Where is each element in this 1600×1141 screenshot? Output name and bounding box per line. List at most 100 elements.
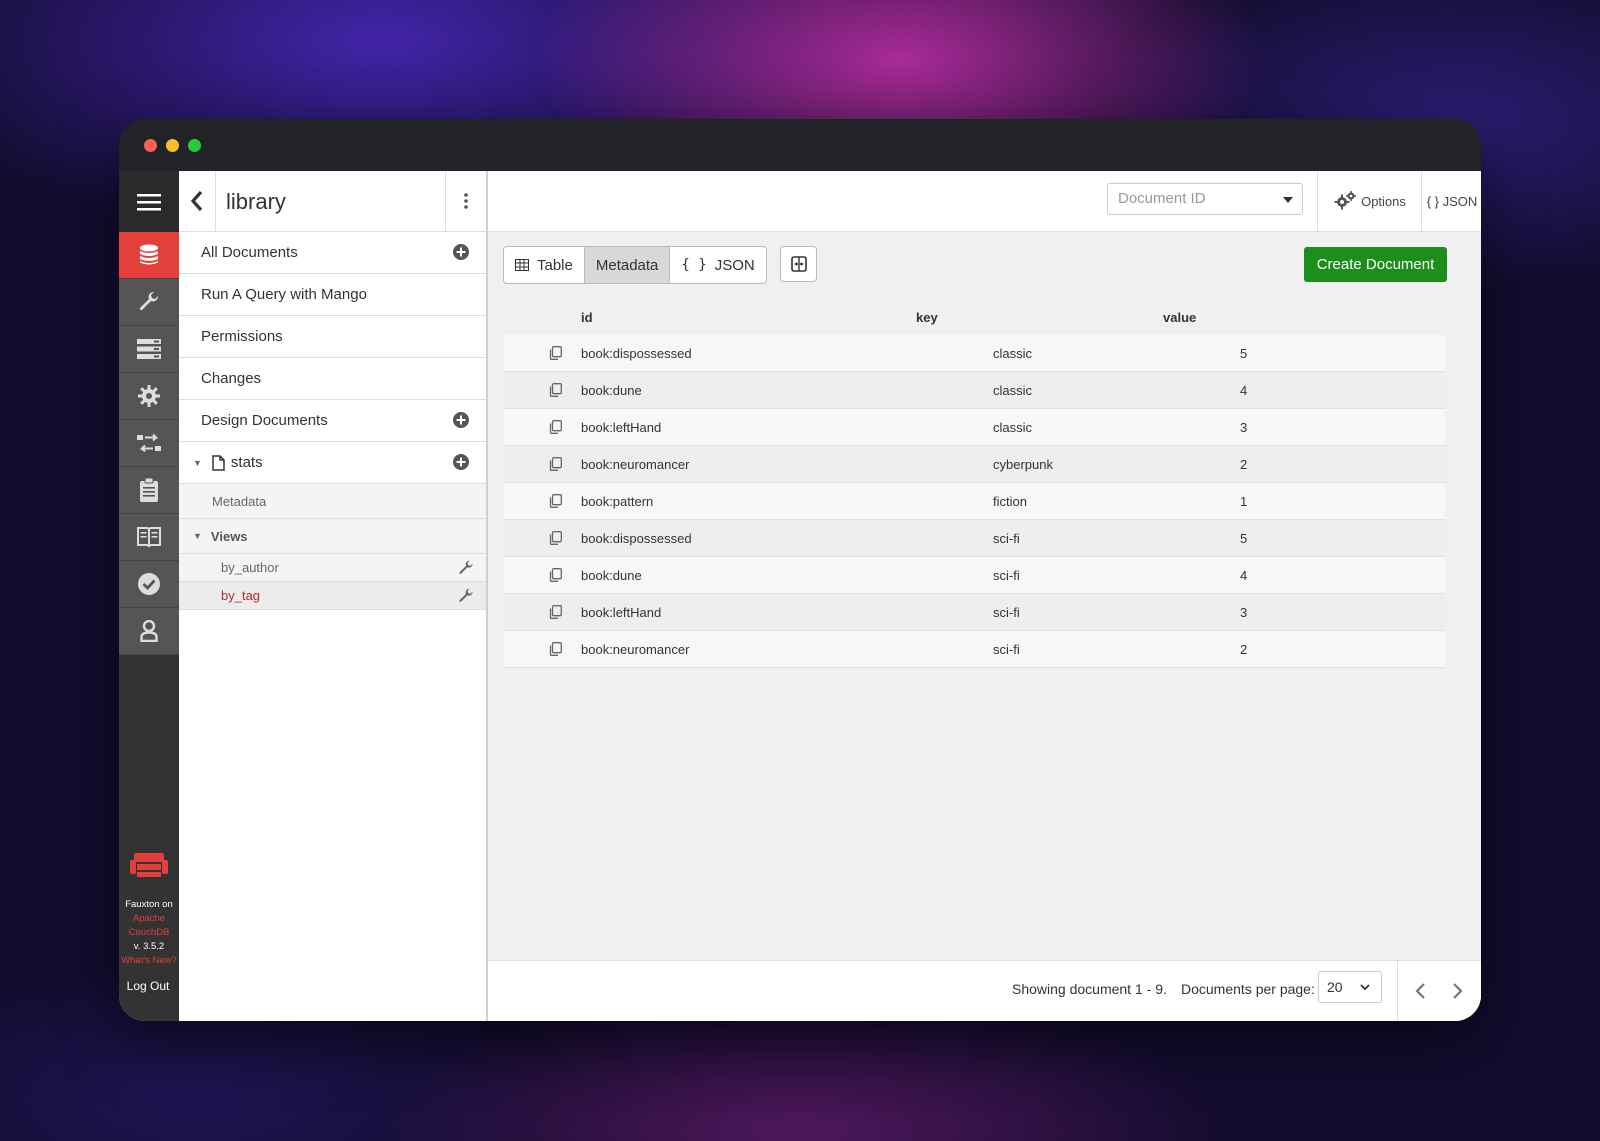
view-mode-toggle: Table Metadata { } JSON [503, 246, 767, 284]
design-doc-metadata-link[interactable]: Metadata [179, 484, 486, 519]
add-view-icon[interactable] [453, 454, 469, 474]
title-bar [119, 119, 1481, 171]
doc-id-cell[interactable]: book:neuromancer [581, 642, 993, 657]
value-cell: 2 [1240, 456, 1248, 472]
copy-cell [504, 494, 581, 508]
view-item-by-author[interactable]: by_author [179, 554, 486, 582]
wrench-icon[interactable] [458, 560, 474, 579]
nav-databases[interactable] [119, 232, 179, 279]
json-view-button[interactable]: { } JSON [670, 247, 765, 283]
doc-id-cell[interactable]: book:dispossessed [581, 346, 993, 361]
replication-icon [137, 433, 161, 453]
doc-id-cell[interactable]: book:pattern [581, 494, 993, 509]
sidebar-item-mango-query[interactable]: Run A Query with Mango [179, 274, 486, 316]
table-header: id key value [504, 299, 1445, 335]
column-header-value[interactable]: value [1163, 310, 1363, 325]
json-label: { } JSON [1426, 193, 1478, 209]
wrench-icon[interactable] [458, 588, 474, 607]
nav-setup[interactable] [119, 279, 179, 326]
doc-id-cell[interactable]: book:leftHand [581, 605, 993, 620]
table-row[interactable]: book:dispossessed sci-fi 5 [504, 520, 1445, 557]
sidebar-item-permissions[interactable]: Permissions [179, 316, 486, 358]
maximize-window-button[interactable] [188, 139, 201, 152]
table-row[interactable]: book:dune sci-fi 4 [504, 557, 1445, 594]
document-id-select[interactable]: Document ID [1107, 183, 1303, 215]
per-page-label: Documents per page: [1181, 981, 1315, 997]
options-button[interactable]: Options [1317, 171, 1422, 231]
copy-icon[interactable] [549, 642, 562, 656]
key-cell: sci-fi [993, 530, 1020, 546]
whats-new-link[interactable]: What's New? [119, 954, 179, 968]
nav-user[interactable] [119, 608, 179, 655]
per-page-select[interactable]: 20 [1318, 971, 1382, 1003]
next-page-button[interactable] [1450, 981, 1464, 1001]
apache-link[interactable]: Apache [119, 912, 179, 926]
table-row[interactable]: book:neuromancer sci-fi 2 [504, 631, 1445, 668]
doc-id-cell[interactable]: book:neuromancer [581, 457, 993, 472]
design-doc-name: stats [230, 454, 263, 471]
view-item-by-tag[interactable]: by_tag [179, 582, 486, 610]
column-toggle-button[interactable] [780, 246, 817, 282]
value-cell: 4 [1240, 382, 1248, 398]
minimize-window-button[interactable] [166, 139, 179, 152]
table-row[interactable]: book:neuromancer cyberpunk 2 [504, 446, 1445, 483]
back-button[interactable] [179, 171, 216, 231]
metadata-view-button[interactable]: Metadata [584, 247, 671, 283]
copy-cell [504, 568, 581, 582]
add-document-icon[interactable] [453, 244, 469, 264]
doc-id-cell[interactable]: book:dune [581, 568, 993, 583]
table-view-button[interactable]: Table [504, 247, 585, 283]
doc-id-cell[interactable]: book:leftHand [581, 420, 993, 435]
close-window-button[interactable] [144, 139, 157, 152]
sidebar-item-design-documents[interactable]: Design Documents [179, 400, 486, 442]
copy-cell [504, 642, 581, 656]
nav-active-tasks[interactable] [119, 326, 179, 373]
chevron-left-icon [190, 190, 203, 212]
add-design-doc-icon[interactable] [453, 412, 469, 432]
copy-icon[interactable] [549, 531, 562, 545]
nav-documentation[interactable] [119, 514, 179, 561]
copy-icon[interactable] [549, 568, 562, 582]
column-header-key[interactable]: key [916, 310, 1163, 325]
pagination-footer: Showing document 1 - 9. Documents per pa… [488, 960, 1481, 1021]
pager [1397, 961, 1481, 1021]
sidebar-item-label: Permissions [201, 328, 283, 345]
doc-id-cell[interactable]: book:dispossessed [581, 531, 993, 546]
value-cell: 1 [1240, 493, 1248, 509]
table-row[interactable]: book:dune classic 4 [504, 372, 1445, 409]
table-row[interactable]: book:dispossessed classic 5 [504, 335, 1445, 372]
hamburger-menu-button[interactable] [119, 171, 179, 232]
sidebar-item-changes[interactable]: Changes [179, 358, 486, 400]
previous-page-button[interactable] [1414, 981, 1428, 1001]
views-section-toggle[interactable]: ▼ Views [179, 519, 486, 554]
create-document-button[interactable]: Create Document [1304, 247, 1447, 282]
column-header-id[interactable]: id [504, 310, 916, 325]
table-row[interactable]: book:leftHand classic 3 [504, 409, 1445, 446]
copy-icon[interactable] [549, 605, 562, 619]
logout-button[interactable]: Log Out [119, 979, 177, 993]
copy-icon[interactable] [549, 457, 562, 471]
check-circle-icon [138, 573, 160, 595]
couchdb-link[interactable]: CouchDB [119, 926, 179, 940]
nav-logs[interactable] [119, 467, 179, 514]
copy-icon[interactable] [549, 383, 562, 397]
caret-down-icon: ▼ [193, 457, 202, 468]
view-json-button[interactable]: { } JSON [1421, 171, 1481, 231]
database-sidebar: library All Documents Run A Query with M… [179, 171, 488, 1021]
nav-verify[interactable] [119, 561, 179, 608]
table-row[interactable]: book:leftHand sci-fi 3 [504, 594, 1445, 631]
kebab-menu-icon [464, 193, 468, 209]
database-options-button[interactable] [445, 171, 486, 231]
copy-icon[interactable] [549, 420, 562, 434]
copy-cell [504, 383, 581, 397]
doc-id-cell[interactable]: book:dune [581, 383, 993, 398]
nav-config[interactable] [119, 373, 179, 420]
databases-icon [140, 244, 158, 265]
table-row[interactable]: book:pattern fiction 1 [504, 483, 1445, 520]
caret-down-icon [1283, 197, 1293, 203]
copy-icon[interactable] [549, 346, 562, 360]
design-doc-stats[interactable]: ▼ stats [179, 442, 486, 484]
sidebar-item-all-documents[interactable]: All Documents [179, 232, 486, 274]
copy-icon[interactable] [549, 494, 562, 508]
nav-replication[interactable] [119, 420, 179, 467]
